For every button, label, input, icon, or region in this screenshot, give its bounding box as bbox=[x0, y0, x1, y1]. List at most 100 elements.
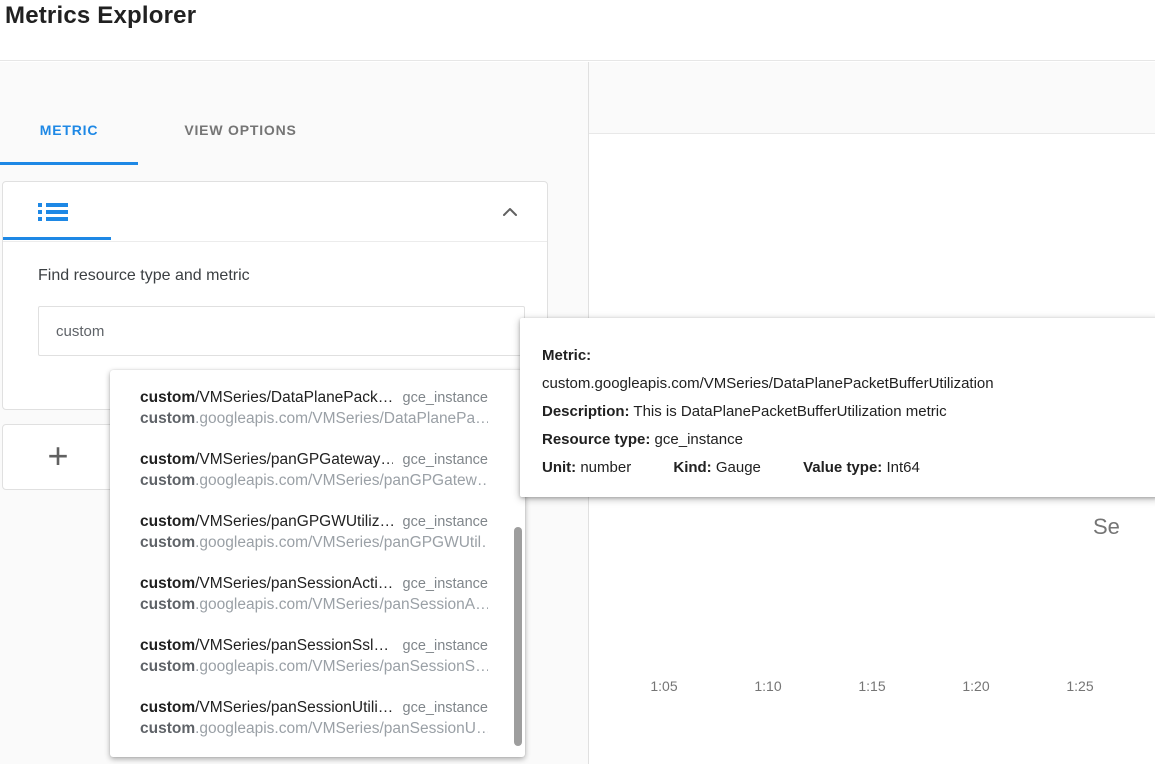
tab-view-options[interactable]: VIEW OPTIONS bbox=[138, 104, 343, 156]
tooltip-description-row: Description: This is DataPlanePacketBuff… bbox=[542, 398, 1155, 426]
chevron-up-icon bbox=[503, 208, 517, 216]
x-axis-tick-label: 1:15 bbox=[858, 678, 886, 694]
metric-item-resource-type: gce_instance bbox=[402, 700, 488, 716]
page-title: Metrics Explorer bbox=[5, 2, 197, 29]
tooltip-resource-type-value: gce_instance bbox=[654, 431, 743, 448]
metric-item-path: custom.googleapis.com/VMSeries/panSessio… bbox=[140, 719, 488, 739]
list-icon bbox=[38, 203, 68, 221]
tab-view-options-label: VIEW OPTIONS bbox=[184, 122, 297, 138]
metric-item-path-rest: .googleapis.com/VMSeries/panGPGatew… bbox=[195, 472, 488, 489]
metric-item-resource-type: gce_instance bbox=[402, 390, 488, 406]
metric-item-path: custom.googleapis.com/VMSeries/panSessio… bbox=[140, 595, 488, 615]
metric-item-match-text: custom bbox=[140, 575, 196, 592]
metric-item-match-text: custom bbox=[140, 513, 196, 530]
metric-item-path: custom.googleapis.com/VMSeries/panGPGate… bbox=[140, 471, 488, 491]
metric-item-name-row: custom/VMSeries/panSessionActi… gce_inst… bbox=[140, 574, 488, 594]
metric-item-resource-type: gce_instance bbox=[402, 514, 488, 530]
chart-placeholder-text: Se bbox=[1093, 514, 1120, 539]
metric-item-name-rest: /VMSeries/panGPGWUtiliz… bbox=[195, 513, 393, 530]
metric-item-path-match: custom bbox=[140, 720, 196, 737]
x-axis-tick-label: 1:10 bbox=[754, 678, 782, 694]
metric-item-resource-type: gce_instance bbox=[402, 576, 488, 592]
metric-item-match-text: custom bbox=[140, 389, 196, 406]
metric-item-name-rest: /VMSeries/DataPlanePack… bbox=[195, 389, 393, 406]
metric-item-name: custom/VMSeries/panSessionActi… bbox=[140, 574, 393, 594]
tab-metric[interactable]: METRIC bbox=[0, 104, 138, 156]
workspace: Se 1:05 1:10 1:15 1:20 1:25 METRIC VIEW … bbox=[0, 62, 1155, 764]
metric-item-path-rest: .googleapis.com/VMSeries/panSessionU… bbox=[195, 720, 488, 737]
card-active-tab-indicator bbox=[3, 237, 111, 240]
tooltip-kind-value: Gauge bbox=[715, 459, 761, 476]
metric-suggestions-dropdown: custom/VMSeries/DataPlanePack… gce_insta… bbox=[110, 370, 525, 757]
tooltip-kind: Kind: Gauge bbox=[673, 459, 765, 476]
metric-item-name: custom/VMSeries/panSessionUtili… bbox=[140, 698, 393, 718]
metric-item-match-text: custom bbox=[140, 451, 196, 468]
tooltip-value-type: Value type: Int64 bbox=[803, 459, 920, 476]
tooltip-metric-label-row: Metric: bbox=[542, 342, 1155, 370]
metric-item-name-row: custom/VMSeries/panGPGateway… gce_instan… bbox=[140, 450, 488, 470]
metric-item-path-rest: .googleapis.com/VMSeries/DataPlanePa… bbox=[195, 410, 488, 427]
metric-suggestions-list: custom/VMSeries/DataPlanePack… gce_insta… bbox=[110, 386, 525, 758]
metric-item-name-row: custom/VMSeries/panGPGWUtiliz… gce_insta… bbox=[140, 512, 488, 532]
metric-item-name-rest: /VMSeries/panSessionActi… bbox=[195, 575, 393, 592]
metric-item-name-row: custom/VMSeries/DataPlanePack… gce_insta… bbox=[140, 388, 488, 408]
tooltip-metric-value: custom.googleapis.com/VMSeries/DataPlane… bbox=[542, 375, 994, 392]
metric-item-path-match: custom bbox=[140, 596, 196, 613]
tooltip-resource-type-row: Resource type: gce_instance bbox=[542, 426, 1155, 454]
metric-item-path-match: custom bbox=[140, 410, 196, 427]
metric-item-name-rest: /VMSeries/panSessionSsl… bbox=[195, 637, 389, 654]
tab-metric-label: METRIC bbox=[39, 122, 99, 138]
collapse-button[interactable] bbox=[494, 196, 526, 228]
metric-list-item[interactable]: custom/VMSeries/panGPGateway… gce_instan… bbox=[110, 448, 525, 510]
metric-item-path-rest: .googleapis.com/VMSeries/panSessionS… bbox=[195, 658, 488, 675]
metric-item-match-text: custom bbox=[140, 699, 196, 716]
tooltip-value-type-value: Int64 bbox=[886, 459, 920, 476]
x-axis-tick-label: 1:25 bbox=[1066, 678, 1094, 694]
metric-item-path: custom.googleapis.com/VMSeries/panGPGWUt… bbox=[140, 533, 488, 553]
metric-item-name: custom/VMSeries/DataPlanePack… bbox=[140, 388, 393, 408]
metric-list-item[interactable]: custom/VMSeries/DataPlanePack… gce_insta… bbox=[110, 386, 525, 448]
metric-item-path-rest: .googleapis.com/VMSeries/panSessionA… bbox=[195, 596, 488, 613]
tooltip-unit-label: Unit: bbox=[542, 459, 577, 476]
active-tab-indicator bbox=[0, 162, 138, 165]
metric-item-name-row: custom/VMSeries/panSessionUtili… gce_ins… bbox=[140, 698, 488, 718]
metric-item-name-row: custom/VMSeries/panSessionSsl… gce_insta… bbox=[140, 636, 488, 656]
metric-item-path-match: custom bbox=[140, 534, 196, 551]
metric-item-name: custom/VMSeries/panSessionSsl… bbox=[140, 636, 389, 656]
add-metric-button[interactable]: + bbox=[2, 424, 114, 490]
metric-details-tooltip: Metric: custom.googleapis.com/VMSeries/D… bbox=[520, 318, 1155, 497]
x-axis-tick-label: 1:05 bbox=[650, 678, 678, 694]
metric-item-name-rest: /VMSeries/panSessionUtili… bbox=[195, 699, 393, 716]
metric-list-item[interactable]: custom/VMSeries/panSessionUtili… gce_ins… bbox=[110, 696, 525, 758]
tooltip-description-label: Description: bbox=[542, 403, 630, 420]
metric-item-name: custom/VMSeries/panGPGWUtiliz… bbox=[140, 512, 393, 532]
metric-item-name: custom/VMSeries/panGPGateway… bbox=[140, 450, 393, 470]
metric-item-match-text: custom bbox=[140, 637, 196, 654]
plus-icon: + bbox=[47, 434, 69, 476]
tooltip-description-value: This is DataPlanePacketBufferUtilization… bbox=[633, 403, 947, 420]
metric-item-path: custom.googleapis.com/VMSeries/DataPlane… bbox=[140, 409, 488, 429]
find-metric-label: Find resource type and metric bbox=[38, 267, 250, 284]
metric-item-resource-type: gce_instance bbox=[402, 452, 488, 468]
metric-item-path-match: custom bbox=[140, 472, 196, 489]
tooltip-resource-type-label: Resource type: bbox=[542, 431, 651, 448]
metric-item-path-rest: .googleapis.com/VMSeries/panGPGWUtil… bbox=[195, 534, 488, 551]
metric-card-header bbox=[3, 182, 547, 242]
tooltip-unit-kind-row: Unit: number Kind: Gauge Value type: Int… bbox=[542, 454, 1155, 482]
x-axis: 1:05 1:10 1:15 1:20 1:25 bbox=[589, 678, 1155, 698]
metric-list-item[interactable]: custom/VMSeries/panSessionActi… gce_inst… bbox=[110, 572, 525, 634]
x-axis-tick-label: 1:20 bbox=[962, 678, 990, 694]
tooltip-metric-label: Metric: bbox=[542, 347, 592, 364]
metric-list-tab[interactable] bbox=[33, 194, 73, 230]
tooltip-unit-value: number bbox=[580, 459, 632, 476]
metric-item-resource-type: gce_instance bbox=[402, 638, 488, 654]
tooltip-value-type-label: Value type: bbox=[803, 459, 883, 476]
metric-list-item[interactable]: custom/VMSeries/panGPGWUtiliz… gce_insta… bbox=[110, 510, 525, 572]
metric-list-item[interactable]: custom/VMSeries/panSessionSsl… gce_insta… bbox=[110, 634, 525, 696]
metric-item-name-rest: /VMSeries/panGPGateway… bbox=[195, 451, 393, 468]
dropdown-scrollbar-thumb[interactable] bbox=[514, 527, 522, 746]
metrics-explorer-page: Metrics Explorer Se 1:05 1:10 1:15 1:20 … bbox=[0, 0, 1155, 764]
metric-item-path: custom.googleapis.com/VMSeries/panSessio… bbox=[140, 657, 488, 677]
metric-search-input[interactable] bbox=[38, 306, 525, 356]
tooltip-unit: Unit: number bbox=[542, 459, 635, 476]
